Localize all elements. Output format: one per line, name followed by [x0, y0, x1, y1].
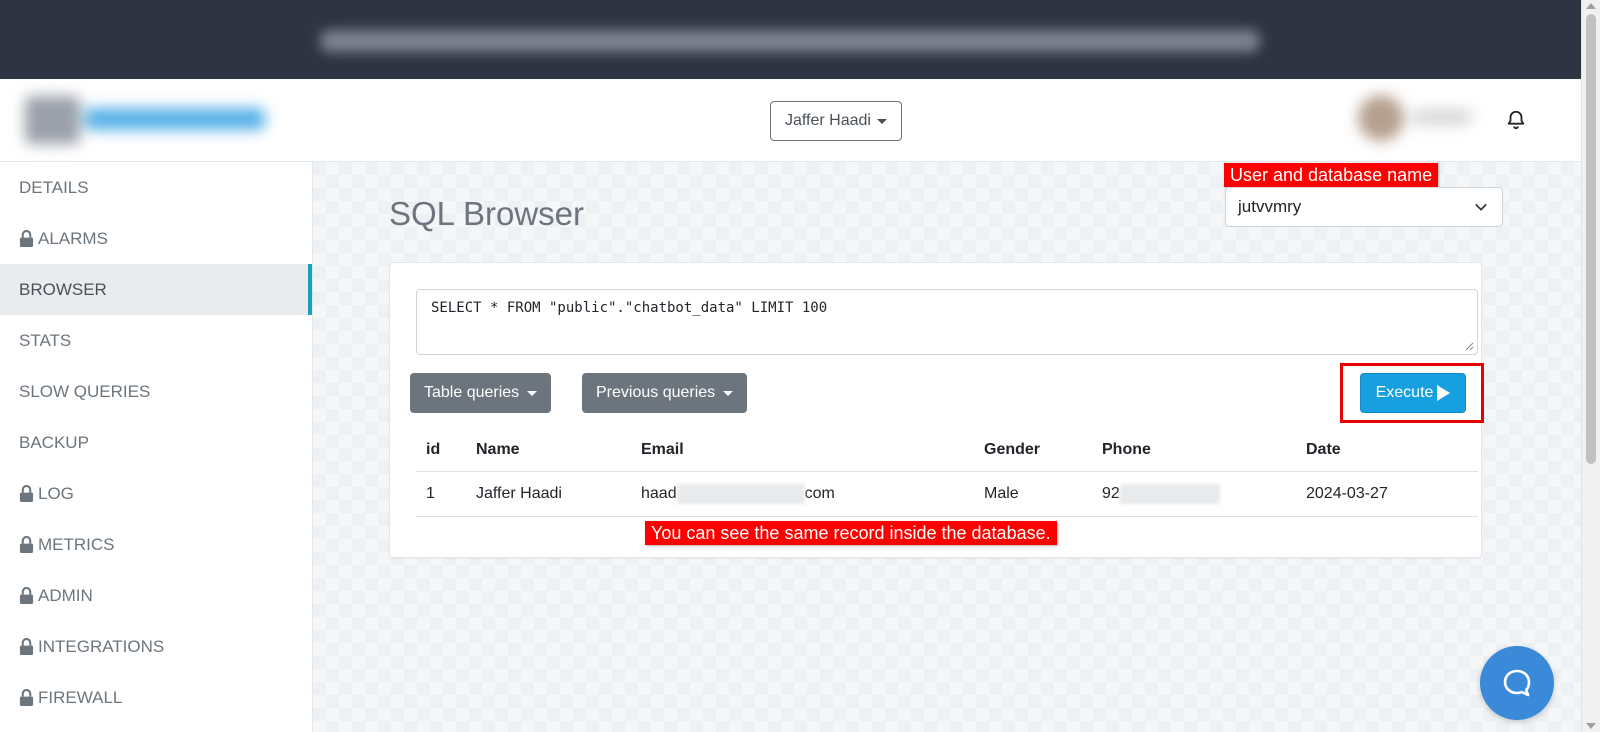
table-queries-label: Table queries [424, 384, 520, 401]
sidebar-item-label: FIREWALL [38, 688, 123, 707]
sidebar-item-label: SLOW QUERIES [19, 382, 151, 401]
sidebar-item-label: BROWSER [19, 280, 107, 299]
sidebar-item-log[interactable]: LOG [0, 468, 312, 519]
sidebar-item-slow-queries[interactable]: SLOW QUERIES [0, 366, 312, 417]
column-header[interactable]: Phone [1092, 429, 1296, 472]
cell-phone: 92 [1092, 471, 1296, 517]
sidebar-item-integrations[interactable]: INTEGRATIONS [0, 621, 312, 672]
cell-gender: Male [974, 471, 1092, 517]
previous-queries-label: Previous queries [596, 384, 716, 401]
bell-icon[interactable] [1505, 109, 1527, 131]
page-title: SQL Browser [389, 195, 585, 232]
scroll-thumb[interactable] [1586, 14, 1596, 464]
page-scrollbar[interactable] [1581, 0, 1600, 732]
column-header[interactable]: Date [1296, 429, 1478, 472]
sidebar-item-label: STATS [19, 331, 72, 350]
chat-icon [1503, 669, 1531, 697]
cell-email: haad com [631, 471, 974, 517]
scroll-up-arrow-icon[interactable] [1586, 3, 1596, 9]
sidebar-item-firewall[interactable]: FIREWALL [0, 672, 312, 723]
resize-handle-icon[interactable] [1464, 341, 1474, 351]
annotation-db-note: User and database name [1224, 163, 1439, 187]
sidebar-item-label: METRICS [38, 535, 115, 554]
sql-query-text: SELECT * FROM "public"."chatbot_data" LI… [431, 300, 828, 316]
cell-name: Jaffer Haadi [466, 471, 631, 517]
sidebar-item-backup[interactable]: BACKUP [0, 417, 312, 468]
sidebar-item-stats[interactable]: STATS [0, 315, 312, 366]
caret-down-icon [876, 118, 887, 124]
avatar[interactable] [1358, 95, 1478, 145]
sidebar-item-metrics[interactable]: METRICS [0, 519, 312, 570]
sidebar-item-label: BACKUP [19, 433, 89, 452]
caret-down-icon [527, 390, 538, 396]
redacted-phone [1119, 484, 1220, 504]
lock-icon [19, 689, 34, 706]
sidebar-item-admin[interactable]: ADMIN [0, 570, 312, 621]
sidebar-item-browser[interactable]: BROWSER [0, 264, 312, 315]
cell-id: 1 [416, 471, 466, 517]
query-card: SELECT * FROM "public"."chatbot_data" LI… [389, 262, 1484, 558]
blurred-banner-text [320, 30, 1260, 52]
column-header[interactable]: id [416, 429, 466, 472]
phone-prefix: 92 [1102, 485, 1120, 503]
sidebar-item-label: LOG [38, 484, 74, 503]
chevron-down-icon [1475, 203, 1487, 211]
sidebar-item-label: DETAILS [19, 178, 89, 197]
execute-button[interactable]: Execute [1360, 373, 1466, 413]
sql-query-input[interactable]: SELECT * FROM "public"."chatbot_data" LI… [416, 289, 1478, 355]
column-header[interactable]: Gender [974, 429, 1092, 472]
results-table: id Name Email Gender Phone Date 1 Jaffer… [416, 429, 1478, 517]
lock-icon [19, 230, 34, 247]
annotation-record-note: You can see the same record inside the d… [645, 521, 1057, 545]
sidebar-item-label: ADMIN [38, 586, 93, 605]
table-header-row: id Name Email Gender Phone Date [416, 429, 1478, 472]
chat-support-button[interactable] [1480, 646, 1554, 720]
sidebar-item-label: INTEGRATIONS [38, 637, 165, 656]
user-dropdown-button[interactable]: Jaffer Haadi [770, 101, 902, 141]
scroll-down-arrow-icon[interactable] [1586, 723, 1596, 729]
lock-icon [19, 536, 34, 553]
table-queries-button[interactable]: Table queries [410, 373, 552, 413]
main-content: SQL Browser User and database name jutvv… [313, 162, 1582, 732]
sidebar-item-alarms[interactable]: ALARMS [0, 213, 312, 264]
user-dropdown-label: Jaffer Haadi [785, 112, 871, 129]
caret-down-icon [723, 390, 734, 396]
cell-date: 2024-03-27 [1296, 471, 1478, 517]
app-logo[interactable] [25, 96, 275, 144]
sidebar-item-label: ALARMS [38, 229, 108, 248]
previous-queries-button[interactable]: Previous queries [582, 373, 748, 413]
column-header[interactable]: Email [631, 429, 974, 472]
lock-icon [19, 638, 34, 655]
top-banner [0, 0, 1582, 79]
sidebar-item-details[interactable]: DETAILS [0, 162, 312, 213]
app-header: Jaffer Haadi [0, 79, 1582, 162]
redacted-email [676, 484, 805, 504]
email-prefix: haad [641, 485, 677, 503]
lock-icon [19, 485, 34, 502]
database-select-value: jutvvmry [1238, 197, 1302, 216]
play-icon [1437, 385, 1451, 401]
email-suffix: com [804, 485, 835, 503]
sidebar: DETAILS ALARMS BROWSER STATS SLOW QUERIES BAC… [0, 162, 313, 732]
table-row[interactable]: 1 Jaffer Haadi haad com Male 92 2024-03-2… [416, 471, 1478, 517]
lock-icon [19, 587, 34, 604]
execute-label: Execute [1375, 384, 1434, 401]
database-select[interactable]: jutvvmry [1225, 187, 1503, 227]
column-header[interactable]: Name [466, 429, 631, 472]
